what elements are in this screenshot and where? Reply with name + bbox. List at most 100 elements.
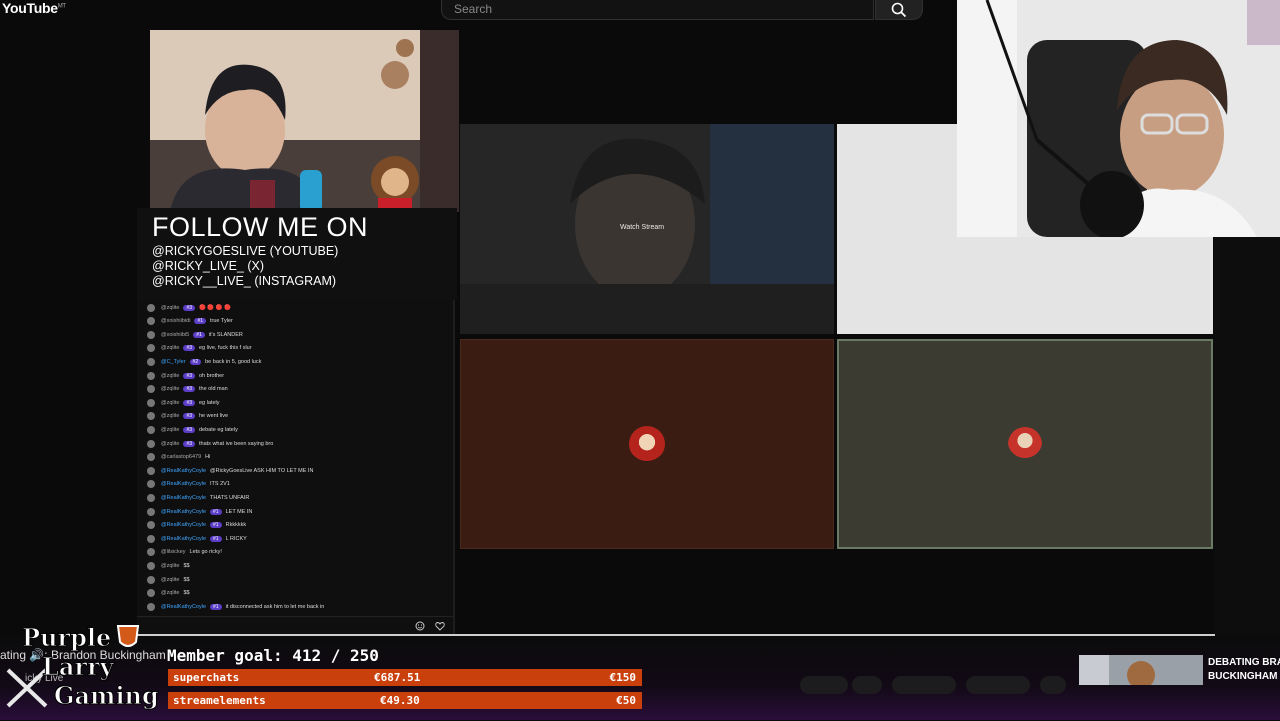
- streamelements-bar: streamelements €49.30 €50: [168, 692, 642, 709]
- chat-avatar[interactable]: [147, 589, 155, 598]
- svg-text:Gaming: Gaming: [54, 681, 159, 710]
- member-badge: #3: [183, 304, 195, 311]
- chat-message: @xoishiibidi #1 true Tyler: [147, 315, 233, 328]
- chat-message: @zqlite $$: [147, 573, 190, 586]
- chat-username[interactable]: @C_Tyler: [161, 359, 186, 365]
- chat-username[interactable]: @zqlite: [161, 373, 179, 379]
- chat-input-bar[interactable]: [137, 616, 453, 635]
- chat-username[interactable]: @RealKathyCoyle: [161, 604, 206, 610]
- chat-avatar[interactable]: [147, 371, 155, 380]
- chat-avatar[interactable]: [147, 303, 155, 312]
- chat-message: @lilsickey Lets go ricky!: [147, 546, 222, 559]
- more-button[interactable]: [1040, 676, 1066, 694]
- chat-username[interactable]: @xoishiibidi: [161, 318, 190, 324]
- live-chat[interactable]: @zqlite #3 🔴 🔴 🔴 🔴 @xoishiibidi #1 true Tyler…: [137, 300, 455, 634]
- like-button[interactable]: [800, 676, 848, 694]
- guest-webcam: [957, 0, 1280, 237]
- chat-username[interactable]: @zqlite: [161, 386, 179, 392]
- chat-text: 🔴 🔴 🔴 🔴: [199, 304, 231, 311]
- participant-tile-2[interactable]: [837, 339, 1213, 549]
- chat-message: @zqlite #3 thats what ive been saying bro: [147, 437, 273, 450]
- chat-text: eg live, fuck this f slur: [199, 345, 252, 352]
- chat-text: Rkkkkkk: [225, 522, 247, 529]
- chat-username[interactable]: @xoishiibi5: [161, 332, 189, 338]
- chat-message: @RealKathyCoyle ITS 2V1: [147, 478, 230, 491]
- chat-avatar[interactable]: [147, 330, 155, 339]
- chat-avatar[interactable]: [147, 357, 155, 366]
- streamelements-target: €50: [616, 694, 636, 707]
- chat-text: @RickyGoesLive ASK HIM TO LET ME IN: [210, 467, 314, 474]
- chat-avatar[interactable]: [147, 521, 155, 530]
- chat-username[interactable]: @zqlite: [161, 577, 179, 583]
- chat-username[interactable]: @RealKathyCoyle: [161, 536, 206, 542]
- search-button[interactable]: [875, 0, 923, 20]
- chat-avatar[interactable]: [147, 398, 155, 407]
- chat-username[interactable]: @zqlite: [161, 400, 179, 406]
- chat-username[interactable]: @lilsickey: [161, 549, 186, 555]
- chat-avatar[interactable]: [147, 425, 155, 434]
- watch-stream-label[interactable]: Watch Stream: [620, 224, 664, 231]
- chat-username[interactable]: @zqlite: [161, 441, 179, 447]
- chat-username[interactable]: @zqlite: [161, 345, 179, 351]
- emoji-icon[interactable]: [415, 621, 425, 631]
- chat-avatar[interactable]: [147, 602, 155, 611]
- chat-avatar[interactable]: [147, 344, 155, 353]
- follow-title: FOLLOW ME ON: [152, 212, 369, 242]
- follow-panel: FOLLOW ME ON @RICKYGOESLIVE (YOUTUBE) @R…: [137, 208, 457, 300]
- chat-text: THATS UNFAIR: [210, 494, 250, 501]
- chat-username[interactable]: @RealKathyCoyle: [161, 481, 206, 487]
- chat-username[interactable]: @zqlite: [161, 305, 179, 311]
- chat-username[interactable]: @zqlite: [161, 427, 179, 433]
- chat-text: $$: [183, 562, 190, 569]
- chat-avatar[interactable]: [147, 548, 155, 557]
- chat-avatar[interactable]: [147, 480, 155, 489]
- chat-message: @zqlite #3 he went live: [147, 410, 228, 423]
- participant-tile-1[interactable]: [460, 339, 834, 549]
- chat-avatar[interactable]: [147, 385, 155, 394]
- up-next-thumbnail[interactable]: [1079, 655, 1203, 685]
- member-badge: #1: [193, 331, 205, 338]
- up-next-title[interactable]: DEBATING BRA BUCKINGHAM C: [1208, 656, 1280, 684]
- streamelements-amount: €49.30: [380, 694, 420, 707]
- watch-stream-tile[interactable]: Watch Stream: [460, 124, 834, 334]
- superchats-bar: superchats €687.51 €150: [168, 669, 642, 686]
- share-button[interactable]: [892, 676, 956, 694]
- chat-username[interactable]: @RealKathyCoyle: [161, 522, 206, 528]
- chat-avatar[interactable]: [147, 466, 155, 475]
- chat-avatar[interactable]: [147, 507, 155, 516]
- chat-message: @RealKathyCoyle #1 L RICKY: [147, 532, 247, 545]
- chat-username[interactable]: @RealKathyCoyle: [161, 468, 206, 474]
- member-badge: #3: [183, 413, 195, 420]
- chat-avatar[interactable]: [147, 534, 155, 543]
- member-badge: #3: [183, 399, 195, 406]
- chat-text: the old man: [199, 386, 228, 393]
- youtube-logo[interactable]: YouTubeMT: [2, 0, 66, 16]
- search-input[interactable]: Search: [441, 0, 874, 20]
- chat-username[interactable]: @RealKathyCoyle: [161, 509, 206, 515]
- dislike-button[interactable]: [852, 676, 882, 694]
- save-button[interactable]: [966, 676, 1030, 694]
- member-badge: #1: [210, 603, 222, 610]
- chat-username[interactable]: @RealKathyCoyle: [161, 495, 206, 501]
- chat-avatar[interactable]: [147, 439, 155, 448]
- chat-avatar[interactable]: [147, 561, 155, 570]
- chat-username[interactable]: @zqlite: [161, 563, 179, 569]
- chat-message: @zqlite $$: [147, 587, 190, 600]
- chat-text: L RICKY: [225, 535, 247, 542]
- member-goal-label: Member goal: 412 / 250: [167, 646, 379, 665]
- chat-username[interactable]: @zqlite: [161, 590, 179, 596]
- chat-avatar[interactable]: [147, 412, 155, 421]
- chat-text: debate eg lately: [199, 426, 238, 433]
- chat-username[interactable]: @zqlite: [161, 413, 179, 419]
- chat-text: Lets go ricky!: [189, 549, 222, 556]
- chat-avatar[interactable]: [147, 317, 155, 326]
- member-badge: #1: [194, 318, 206, 325]
- chat-avatar[interactable]: [147, 575, 155, 584]
- heart-icon[interactable]: [435, 621, 445, 631]
- chat-message: @RealKathyCoyle THATS UNFAIR: [147, 491, 249, 504]
- chat-avatar[interactable]: [147, 453, 155, 462]
- chat-message: @zqlite #3 oh brother: [147, 369, 224, 382]
- chat-avatar[interactable]: [147, 493, 155, 502]
- chat-text: it disconnected ask him to let me back i…: [225, 603, 325, 610]
- chat-username[interactable]: @carlastop6479: [161, 454, 201, 460]
